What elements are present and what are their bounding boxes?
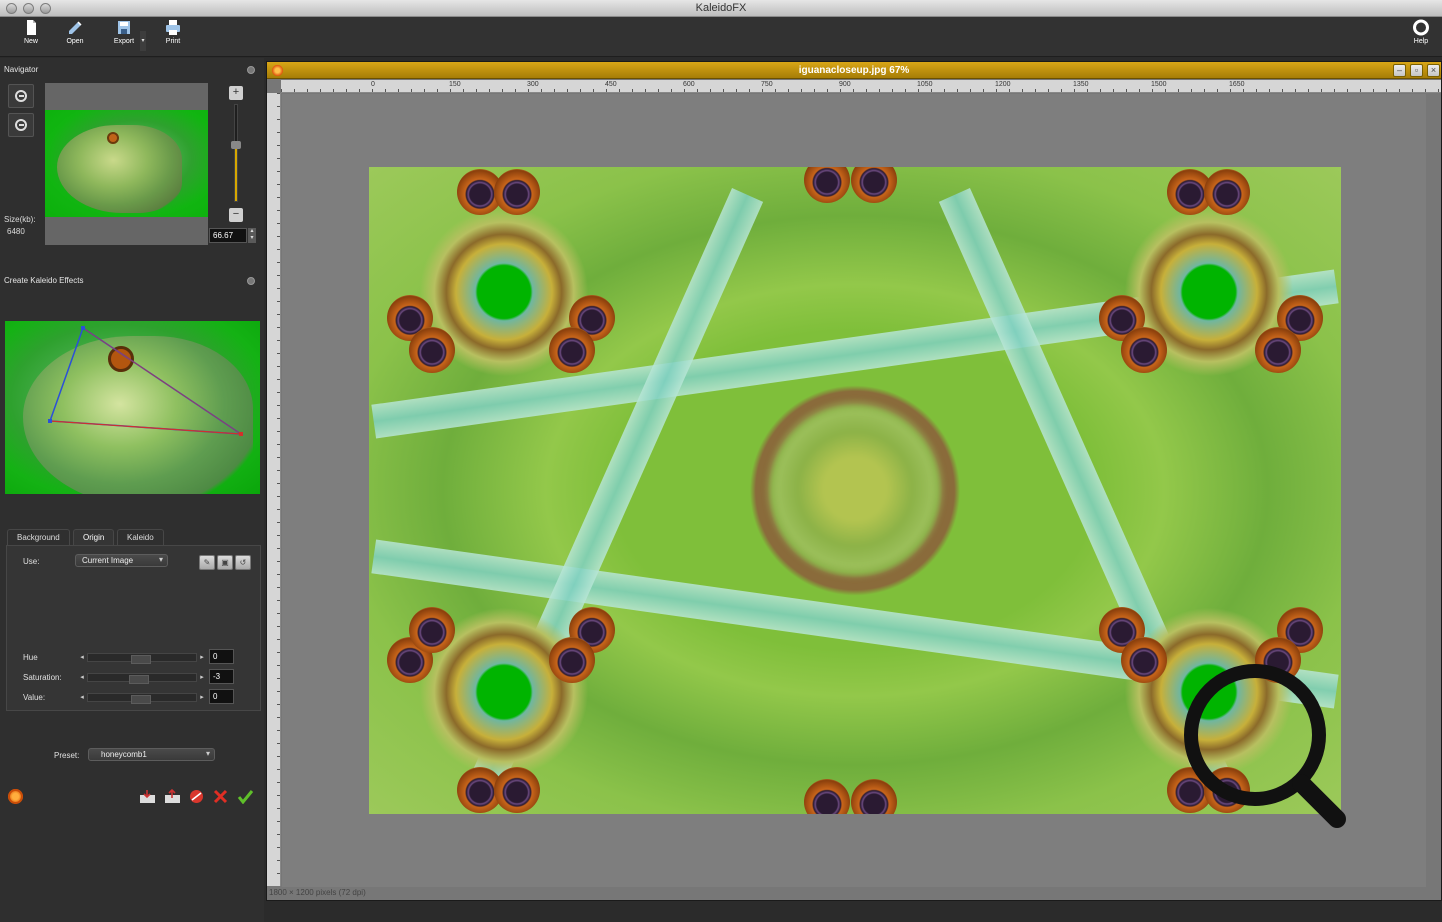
ruler-tick-label: 450 <box>605 81 617 88</box>
export-label: Export <box>113 38 135 45</box>
navigator-thumbnail <box>45 110 208 217</box>
window-titlebar: KaleidoFX <box>0 0 1442 17</box>
window-title: KaleidoFX <box>695 2 747 14</box>
ruler-tick-label: 1050 <box>917 81 933 88</box>
open-label: Open <box>66 38 84 45</box>
value-decrease-arrow[interactable]: ◂ <box>78 692 86 703</box>
open-pencil-icon <box>69 21 82 34</box>
print-label: Print <box>165 38 181 45</box>
zoom-slider[interactable] <box>234 104 238 202</box>
zoom-plus-button[interactable]: + <box>229 86 243 100</box>
help-button[interactable]: Help <box>1403 19 1439 45</box>
new-file-icon <box>27 20 36 35</box>
value-slider-knob[interactable] <box>131 695 151 704</box>
tab-background[interactable]: Background <box>7 529 70 546</box>
value-label: Value: <box>23 693 46 702</box>
triangle-handle-left[interactable] <box>48 419 52 423</box>
document-minimize-button[interactable]: – <box>1393 64 1406 77</box>
kaleido-heading: Create Kaleido Effects <box>4 276 84 285</box>
size-label: Size(kb): <box>4 215 36 224</box>
size-value: 6480 <box>7 227 25 236</box>
ruler-tick-label: 900 <box>839 81 851 88</box>
main-toolbar: New Open Export ▾ Print Help <box>0 17 1442 57</box>
zoom-minus-button[interactable]: − <box>229 208 243 222</box>
origin-preview-image[interactable] <box>5 321 260 494</box>
zoom-slider-fill <box>235 141 237 201</box>
use-source-select[interactable]: Current Image <box>75 554 168 567</box>
ruler-tick-label: 750 <box>761 81 773 88</box>
hue-label: Hue <box>23 653 38 662</box>
value-value-field[interactable]: 0 <box>209 689 234 704</box>
ruler-tick-label: 1500 <box>1151 81 1167 88</box>
print-icon <box>166 20 180 35</box>
saturation-increase-arrow[interactable]: ▸ <box>198 672 206 683</box>
pick-color-button[interactable]: ✎ <box>199 555 215 570</box>
saturation-slider-knob[interactable] <box>129 675 149 684</box>
ruler-tick-label: 600 <box>683 81 695 88</box>
ruler-tick-label: 1650 <box>1229 81 1245 88</box>
navigator-preview[interactable] <box>45 83 208 245</box>
origin-selection-triangle[interactable] <box>5 321 260 494</box>
cancel-x-icon[interactable] <box>212 789 229 804</box>
reset-button[interactable]: ↺ <box>235 555 251 570</box>
flower-icon[interactable] <box>8 789 23 804</box>
snapshot-button[interactable]: ▣ <box>217 555 233 570</box>
saturation-decrease-arrow[interactable]: ◂ <box>78 672 86 683</box>
size-info: Size(kb): 6480 <box>4 214 36 238</box>
triangle-handle-top[interactable] <box>81 326 85 330</box>
ruler-tick-label: 1350 <box>1073 81 1089 88</box>
document-close-button[interactable]: × <box>1427 64 1440 77</box>
document-titlebar[interactable]: iguanacloseup.jpg 67% – ▫ × <box>267 62 1441 79</box>
kaleido-pin-icon[interactable] <box>247 277 255 285</box>
preset-label: Preset: <box>54 751 80 760</box>
help-lifebuoy-icon <box>1413 19 1429 36</box>
preset-select[interactable]: honeycomb1 <box>88 748 215 761</box>
triangle-handle-right[interactable] <box>239 432 243 436</box>
zoom-stepper[interactable]: ▴ ▾ <box>248 228 256 243</box>
navigator-pin-icon[interactable] <box>247 66 255 74</box>
hue-increase-arrow[interactable]: ▸ <box>198 652 206 663</box>
zoom-out-button[interactable] <box>8 113 34 137</box>
hue-value-field[interactable]: 0 <box>209 649 234 664</box>
zoom-in-button[interactable] <box>8 84 34 108</box>
value-slider[interactable]: ◂ ▸ <box>78 692 206 704</box>
open-button[interactable]: Open <box>57 19 93 45</box>
export-dropdown-arrow[interactable]: ▾ <box>140 31 146 51</box>
navigator-heading: Navigator <box>4 65 39 74</box>
document-restore-button[interactable]: ▫ <box>1410 64 1423 77</box>
saturation-label: Saturation: <box>23 673 62 682</box>
zoom-out-icon <box>15 119 27 131</box>
use-label: Use: <box>23 557 40 566</box>
hue-slider-knob[interactable] <box>131 655 151 664</box>
hue-decrease-arrow[interactable]: ◂ <box>78 652 86 663</box>
new-button[interactable]: New <box>13 19 49 45</box>
tab-kaleido[interactable]: Kaleido <box>117 529 164 546</box>
zoom-in-icon <box>15 90 27 102</box>
document-title: iguanacloseup.jpg 67% <box>798 65 910 76</box>
ruler-tick-label: 1200 <box>995 81 1011 88</box>
export-disk-icon <box>118 21 130 34</box>
export-icon[interactable] <box>164 789 181 804</box>
ruler-tick-label: 300 <box>527 81 539 88</box>
vertical-ruler <box>267 93 281 886</box>
stop-icon[interactable] <box>188 789 205 804</box>
export-button[interactable]: Export <box>106 19 142 45</box>
apply-check-icon[interactable] <box>237 789 254 804</box>
magnifier-icon <box>1184 664 1346 828</box>
ruler-tick-label: 0 <box>371 81 375 88</box>
import-icon[interactable] <box>139 789 156 804</box>
tab-origin[interactable]: Origin <box>73 529 115 546</box>
value-increase-arrow[interactable]: ▸ <box>198 692 206 703</box>
document-status: 1800 × 1200 pixels (72 dpi) <box>269 888 366 897</box>
hue-slider[interactable]: ◂ ▸ <box>78 652 206 664</box>
print-button[interactable]: Print <box>155 19 191 45</box>
zoom-slider-knob[interactable] <box>231 141 241 149</box>
saturation-value-field[interactable]: -3 <box>209 669 234 684</box>
saturation-slider[interactable]: ◂ ▸ <box>78 672 206 684</box>
ruler-tick-label: 150 <box>449 81 461 88</box>
zoom-percent-field[interactable]: 66.67 <box>209 228 247 243</box>
new-label: New <box>23 38 38 45</box>
help-label: Help <box>1413 38 1429 45</box>
